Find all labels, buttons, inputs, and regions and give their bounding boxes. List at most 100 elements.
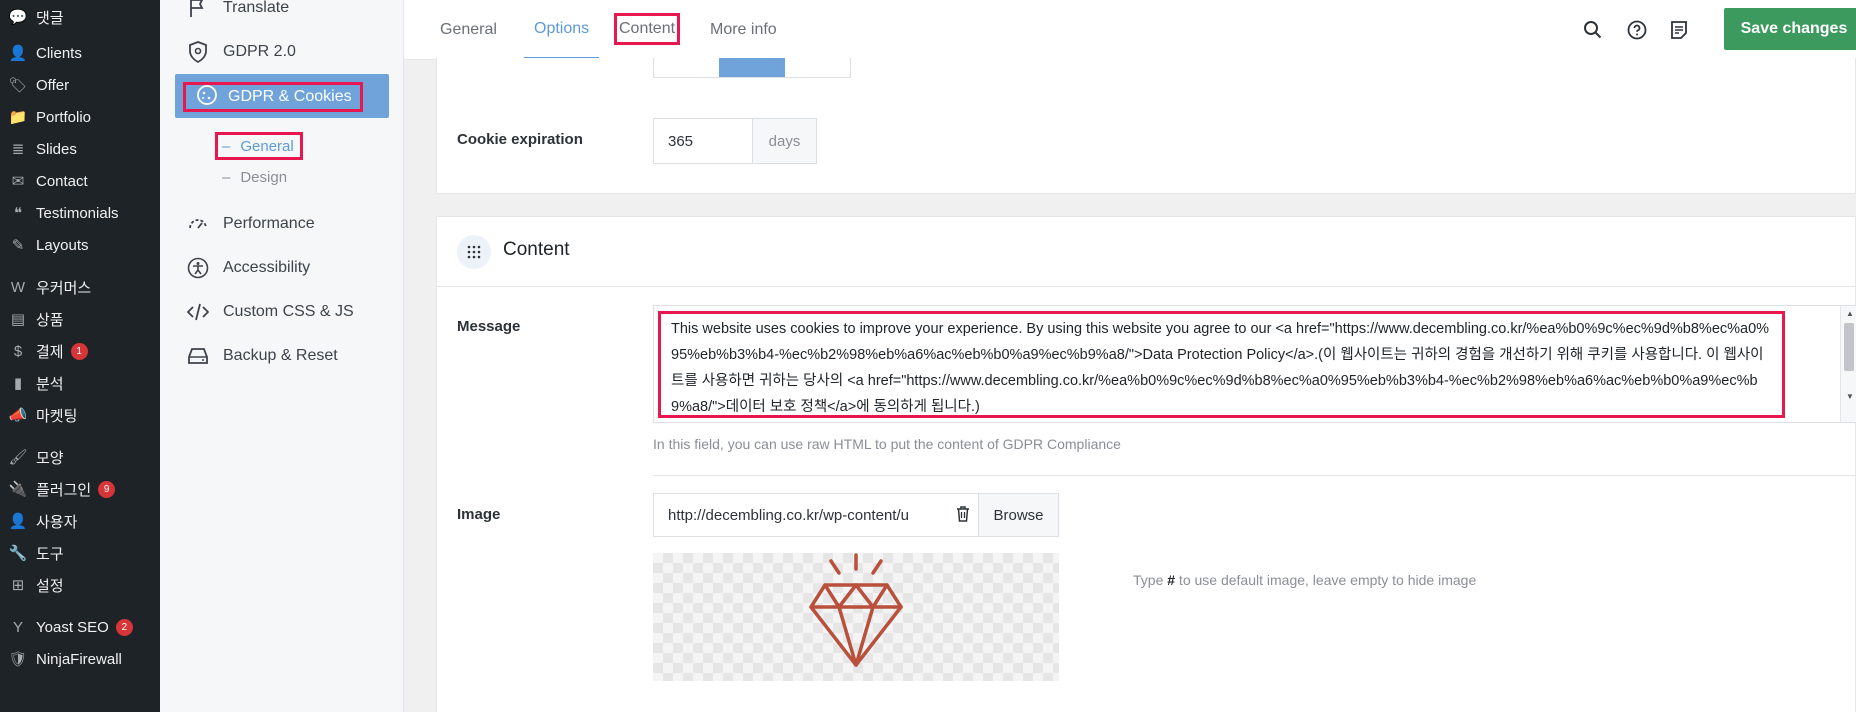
- wp-menu-label: NinjaFirewall: [36, 650, 122, 668]
- wp-menu-item[interactable]: 📣 마켓팅: [0, 398, 78, 432]
- message-text: This website uses cookies to improve you…: [671, 321, 1770, 415]
- wp-menu-item[interactable]: Y Yoast SEO 2: [0, 610, 133, 644]
- scrollbar-thumb[interactable]: [1844, 323, 1854, 371]
- main-content: Cookie expiration 365 days Content Messa…: [404, 58, 1856, 712]
- image-input-group: http://decembling.co.kr/wp-content/u Bro…: [653, 493, 1059, 537]
- wp-menu-label: 사용자: [36, 513, 78, 531]
- yoast-icon: Y: [12, 618, 23, 636]
- tab-content[interactable]: Content: [614, 13, 681, 45]
- nav-performance[interactable]: Performance: [187, 212, 315, 236]
- image-help-hash: #: [1167, 572, 1176, 588]
- wp-menu-label: Clients: [36, 44, 82, 62]
- nav-translate-label: Translate: [223, 0, 290, 16]
- slides-icon: ≣: [11, 141, 25, 158]
- flag-icon: [187, 0, 209, 19]
- wp-admin-sidebar: 💬 댓글 👤 Clients 🏷 Offer 📁 Portfolio ≣ Slides ✉ Conta…: [0, 0, 160, 712]
- wp-menu-label: 플러그인: [36, 481, 92, 499]
- plugin-settings-nav: Translate GDPR 2.0 GDPR & Cookies – Gene…: [160, 0, 404, 712]
- wp-menu-item[interactable]: ▮ 분석: [0, 366, 64, 400]
- wp-menu-item[interactable]: ❝ Testimonials: [0, 196, 119, 230]
- wp-menu-item[interactable]: 📁 Portfolio: [0, 100, 91, 134]
- nav-backup[interactable]: Backup & Reset: [187, 344, 338, 368]
- segment-right[interactable]: [785, 58, 850, 77]
- tab-more-info-label: More info: [710, 21, 777, 38]
- marketing-icon: 📣: [8, 407, 28, 424]
- segment-selected[interactable]: [719, 58, 785, 77]
- quote-icon: ❝: [13, 205, 23, 222]
- wp-menu-label: Slides: [36, 140, 77, 158]
- message-scrollbar[interactable]: ▲ ▼: [1840, 306, 1856, 422]
- offer-icon: 🏷: [8, 77, 28, 94]
- wp-menu-item[interactable]: 🖌 모양: [0, 440, 63, 474]
- scroll-up-icon[interactable]: ▲: [1846, 309, 1854, 318]
- scroll-down-icon[interactable]: ▼: [1846, 392, 1854, 401]
- tab-more-info[interactable]: More info: [710, 0, 777, 60]
- nav-gdpr-cookies-label: GDPR & Cookies: [228, 88, 352, 105]
- appearance-icon: 🖌: [8, 449, 28, 466]
- wp-menu-item[interactable]: 👤 사용자: [0, 504, 78, 538]
- wp-menu-label: 마켓팅: [36, 407, 78, 425]
- cookie-expiration-input[interactable]: 365: [654, 119, 752, 163]
- divider: [653, 475, 1856, 476]
- wp-menu-item[interactable]: ▤ 상품: [0, 302, 64, 336]
- help-icon[interactable]: [1624, 17, 1650, 43]
- save-changes-button[interactable]: Save changes: [1724, 8, 1856, 50]
- nav-accessibility-label: Accessibility: [223, 259, 311, 276]
- wp-menu-label: 도구: [36, 545, 64, 563]
- segment-left[interactable]: [654, 58, 719, 77]
- image-help-post: to use default image, leave empty to hid…: [1175, 572, 1477, 588]
- tab-general-label: General: [440, 21, 497, 38]
- diamond-icon: [809, 553, 903, 667]
- wp-menu-item[interactable]: ✉ Contact: [0, 164, 88, 198]
- trash-icon[interactable]: [956, 506, 970, 526]
- wp-menu-label: 우커머스: [36, 279, 92, 297]
- wp-menu-item[interactable]: 🏷 Offer: [0, 68, 69, 102]
- nav-gdpr-cookies[interactable]: GDPR & Cookies: [183, 82, 363, 112]
- wp-menu-item[interactable]: ⊞ 설정: [0, 568, 64, 602]
- cookie-expiration-unit: days: [752, 119, 816, 163]
- subnav-design[interactable]: – Design: [222, 166, 287, 188]
- grid-icon: [457, 235, 491, 269]
- message-label: Message: [457, 318, 521, 335]
- tab-options[interactable]: Options: [524, 0, 600, 60]
- subnav-general[interactable]: – General: [215, 132, 303, 160]
- tab-general[interactable]: General: [440, 0, 497, 60]
- nav-accessibility[interactable]: Accessibility: [187, 256, 310, 280]
- segmented-control[interactable]: [653, 58, 851, 78]
- wp-menu-item[interactable]: 💬 댓글: [0, 0, 64, 34]
- image-url-input[interactable]: http://decembling.co.kr/wp-content/u: [654, 494, 978, 536]
- message-help-text: In this field, you can use raw HTML to p…: [653, 436, 1121, 452]
- wp-menu-label: Yoast SEO: [36, 618, 109, 636]
- layouts-icon: ✎: [11, 237, 25, 254]
- wp-menu-label: 상품: [36, 311, 64, 329]
- search-icon[interactable]: [1580, 17, 1606, 43]
- settings-topbar: General Options Content More info Save c…: [404, 0, 1856, 60]
- wp-menu-item[interactable]: 🛡 NinjaFirewall: [0, 642, 122, 676]
- image-help-pre: Type: [1133, 572, 1168, 588]
- update-count-badge: 1: [70, 342, 88, 360]
- nav-performance-label: Performance: [223, 215, 315, 232]
- nav-gdpr2[interactable]: GDPR 2.0: [187, 40, 296, 64]
- wp-menu-item[interactable]: 👤 Clients: [0, 36, 82, 70]
- wp-menu-item[interactable]: W 우커머스: [0, 270, 91, 304]
- nav-custom-css-label: Custom CSS & JS: [223, 303, 354, 320]
- settings-icon: ⊞: [11, 577, 25, 594]
- wp-menu-item[interactable]: $ 결제 1: [0, 334, 88, 368]
- wp-menu-item[interactable]: ✎ Layouts: [0, 228, 89, 262]
- browse-button[interactable]: Browse: [978, 494, 1058, 536]
- subnav-design-label: Design: [240, 168, 288, 186]
- tools-icon: 🔧: [8, 545, 28, 562]
- wp-menu-item[interactable]: 🔧 도구: [0, 536, 64, 570]
- wp-menu-item[interactable]: 🔌 플러그인 9: [0, 472, 116, 506]
- comment-icon: 💬: [8, 9, 28, 26]
- tab-content-label: Content: [619, 20, 676, 37]
- wp-menu-label: Offer: [36, 76, 70, 94]
- notes-icon[interactable]: [1666, 17, 1692, 43]
- nav-backup-label: Backup & Reset: [223, 347, 338, 364]
- nav-custom-css[interactable]: Custom CSS & JS: [187, 300, 354, 324]
- nav-translate[interactable]: Translate: [187, 0, 289, 20]
- content-section-title: Content: [503, 239, 570, 260]
- message-textarea[interactable]: This website uses cookies to improve you…: [658, 311, 1785, 418]
- wp-menu-item[interactable]: ≣ Slides: [0, 132, 77, 166]
- wp-menu-label: Layouts: [36, 236, 89, 254]
